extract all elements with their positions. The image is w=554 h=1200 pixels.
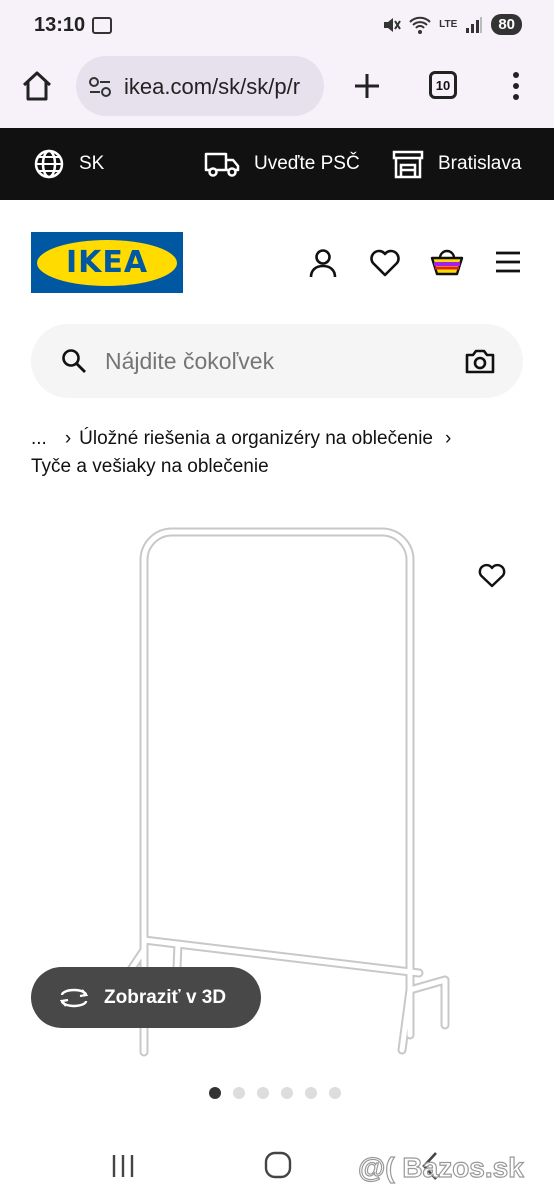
home-button-icon[interactable]	[264, 1151, 292, 1179]
favourites-icon[interactable]	[369, 248, 401, 278]
search-bar[interactable]	[31, 324, 523, 398]
mail-notification-icon	[92, 17, 112, 34]
menu-icon[interactable]	[494, 250, 522, 274]
language-selector[interactable]: SK	[33, 128, 104, 200]
add-to-favourites-icon[interactable]	[478, 563, 506, 589]
carousel-dot[interactable]	[329, 1087, 341, 1099]
globe-icon	[34, 149, 64, 179]
status-bar: 13:10 LTE 80	[0, 0, 554, 52]
site-settings-icon[interactable]	[88, 76, 112, 98]
breadcrumb-ellipsis[interactable]: ...	[31, 428, 47, 449]
breadcrumb-subcategory[interactable]: Tyče a vešiaky na oblečenie	[31, 456, 269, 477]
carousel-dot[interactable]	[281, 1087, 293, 1099]
address-bar[interactable]: ikea.com/sk/sk/p/r	[76, 56, 324, 116]
breadcrumb-category[interactable]: Úložné riešenia a organizéry na oblečeni…	[79, 428, 433, 449]
status-icons: LTE 80	[381, 14, 522, 35]
profile-icon[interactable]	[307, 247, 339, 279]
tab-switcher-button[interactable]: 10	[429, 71, 457, 99]
more-menu-icon[interactable]	[510, 70, 522, 102]
mute-icon	[384, 17, 402, 32]
search-input[interactable]	[105, 348, 445, 375]
browser-toolbar: ikea.com/sk/sk/p/r 10	[0, 52, 554, 128]
wifi-icon	[409, 16, 431, 34]
postal-code-selector[interactable]: Uveďte PSČ	[204, 128, 360, 200]
postal-code-label: Uveďte PSČ	[254, 153, 360, 174]
home-icon[interactable]	[20, 69, 54, 103]
search-icon	[62, 349, 86, 373]
carousel-dot[interactable]	[257, 1087, 269, 1099]
carousel-dot[interactable]	[233, 1087, 245, 1099]
delivery-truck-icon	[204, 152, 240, 177]
view-in-3d-label: Zobraziť v 3D	[104, 986, 227, 1008]
recent-apps-icon[interactable]	[110, 1153, 136, 1179]
chevron-right-icon: ›	[445, 428, 452, 449]
image-carousel-dots	[209, 1087, 341, 1099]
carousel-dot[interactable]	[209, 1087, 221, 1099]
chevron-right-icon: ›	[64, 428, 72, 449]
breadcrumb: ... › Úložné riešenia a organizéry na oble…	[31, 425, 531, 481]
language-label: SK	[79, 153, 105, 174]
ikea-logo[interactable]: IKEA	[31, 232, 183, 293]
camera-search-icon[interactable]	[465, 347, 495, 375]
bazos-watermark: @( Bazos.sk	[357, 1151, 524, 1183]
rotate-3d-icon	[59, 988, 89, 1007]
battery-indicator: 80	[491, 14, 522, 35]
carousel-dot[interactable]	[305, 1087, 317, 1099]
store-label: Bratislava	[438, 153, 522, 174]
network-label: LTE	[439, 19, 458, 30]
store-icon	[392, 150, 424, 179]
new-tab-icon[interactable]	[352, 71, 382, 101]
logo-text: IKEA	[65, 245, 149, 280]
shopping-bag-icon[interactable]	[429, 246, 465, 278]
utility-bar: SK Uveďte PSČ Bratislava	[0, 128, 554, 200]
url-text[interactable]: ikea.com/sk/sk/p/r	[124, 74, 300, 100]
store-selector[interactable]: Bratislava	[392, 128, 521, 200]
status-time: 13:10	[34, 14, 86, 36]
view-in-3d-button[interactable]: Zobraziť v 3D	[31, 967, 261, 1028]
signal-icon	[466, 16, 483, 33]
